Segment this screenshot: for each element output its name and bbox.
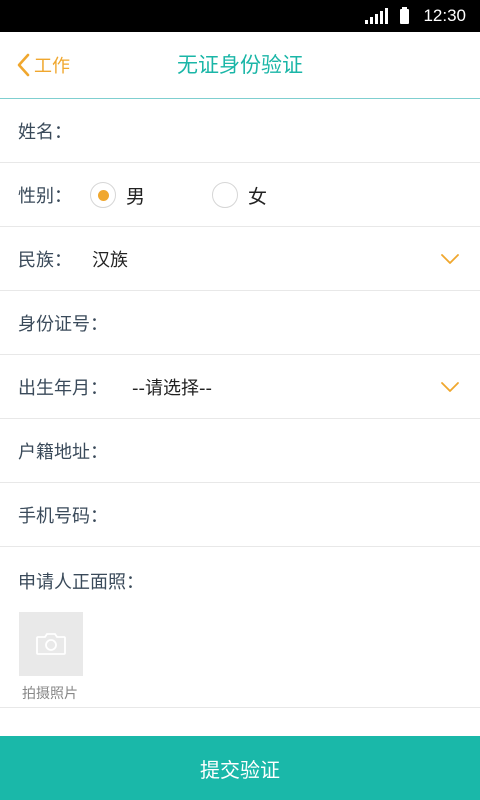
gender-label: 性别：: [18, 186, 72, 207]
ethnicity-select[interactable]: 民族： 汉族: [0, 228, 480, 291]
radio-checked-icon: [90, 182, 116, 208]
gender-row: 性别： 男 女: [0, 164, 480, 227]
id-number-input[interactable]: [108, 302, 480, 344]
name-label: 姓名：: [18, 122, 72, 143]
address-input[interactable]: [108, 430, 480, 472]
phone-label: 手机号码：: [18, 506, 108, 527]
take-photo-button[interactable]: [19, 612, 83, 676]
photo-section: 申请人正面照： 拍摄照片: [0, 548, 480, 708]
ethnicity-value: 汉族: [92, 250, 128, 271]
birth-date-select[interactable]: 出生年月： --请选择--: [0, 356, 480, 419]
gender-radio-female[interactable]: 女: [212, 182, 267, 209]
phone-input[interactable]: [108, 494, 480, 536]
photo-caption: 拍摄照片: [22, 686, 78, 702]
chevron-down-icon: [441, 254, 459, 264]
name-row: 姓名：: [0, 100, 480, 163]
app-header: 工作 无证身份验证: [0, 32, 480, 99]
signal-icon: [365, 8, 389, 24]
chevron-down-icon: [441, 382, 459, 392]
address-label: 户籍地址：: [18, 442, 108, 463]
birth-date-value: --请选择--: [132, 378, 212, 399]
camera-icon: [36, 633, 66, 655]
gender-option-male: 男: [126, 185, 146, 208]
submit-button[interactable]: 提交验证: [0, 736, 480, 800]
id-number-row: 身份证号：: [0, 292, 480, 355]
name-input[interactable]: [72, 110, 480, 152]
phone-row: 手机号码：: [0, 484, 480, 547]
address-row: 户籍地址：: [0, 420, 480, 483]
id-number-label: 身份证号：: [18, 314, 108, 335]
battery-icon: [400, 6, 410, 24]
gender-radio-male[interactable]: 男: [90, 182, 145, 209]
ethnicity-label: 民族：: [18, 250, 72, 271]
gender-option-female: 女: [248, 185, 268, 208]
status-time: 12:30: [423, 6, 466, 25]
radio-unchecked-icon: [212, 182, 238, 208]
status-bar: 12:30: [0, 0, 480, 32]
birth-date-label: 出生年月：: [18, 378, 108, 399]
page-title: 无证身份验证: [177, 53, 303, 77]
photo-label: 申请人正面照：: [18, 572, 144, 593]
